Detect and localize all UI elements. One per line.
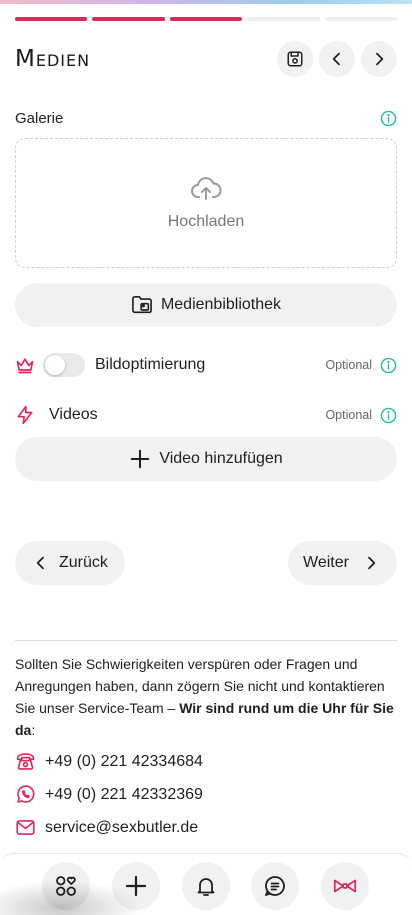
bottom-nav-profile[interactable] [321,862,369,910]
previous-button[interactable] [319,41,355,77]
info-icon[interactable] [380,110,397,127]
chat-icon [265,876,285,896]
cloud-upload-icon [191,177,222,200]
progress-step-done [15,17,88,21]
lightning-icon [17,405,33,425]
plus-icon [131,449,150,469]
divider [15,640,397,641]
videos-label: Videos [49,406,98,423]
info-icon[interactable] [380,407,397,424]
decorative-shadow [0,878,150,915]
page-header: Medien [15,40,397,78]
top-gradient-strip [0,0,412,4]
whatsapp-contact[interactable]: +49 (0) 221 42332369 [15,784,203,805]
chevron-right-icon [368,556,376,570]
media-library-label: Medienbibliothek [160,296,282,313]
email-address: service@sexbutler.de [45,818,199,836]
videos-row: Videos Optional [15,403,397,427]
bell-icon [197,878,215,896]
info-icon[interactable] [380,357,397,374]
image-optimization-label: Bildoptimierung [95,356,206,373]
gallery-label: Galerie [15,109,64,127]
optional-label: Optional [325,408,372,422]
whatsapp-number: +49 (0) 221 42332369 [45,785,203,803]
toggle-knob [45,355,65,375]
media-library-button[interactable]: Medienbibliothek [15,283,397,327]
page-title: Medien [15,46,91,72]
gallery-row: Galerie [15,108,397,128]
progress-step-todo [247,17,320,21]
mail-icon [16,820,35,835]
bow-icon [333,879,357,893]
progress-step-todo [324,17,397,21]
progress-bar [0,0,412,22]
save-button[interactable] [277,41,313,77]
add-video-label: Video hinzufügen [159,450,283,467]
image-optimization-toggle[interactable] [43,353,85,377]
next-step-button[interactable] [361,41,397,77]
optional-label: Optional [325,358,372,372]
info-suffix: : [31,722,36,738]
next-button[interactable]: Weiter [288,541,397,585]
chevron-right-icon [376,52,384,66]
bottom-nav-notifications[interactable] [182,862,230,910]
service-info-text: Sollten Sie Schwierigkeiten verspüren od… [15,653,397,741]
upload-label: Hochladen [167,213,245,230]
progress-step-done [92,17,165,21]
save-icon [287,51,303,67]
progress-step-done [169,17,243,21]
phone-contact[interactable]: +49 (0) 221 42334684 [15,751,203,772]
image-optimization-row: Bildoptimierung Optional [15,352,397,378]
back-label: Zurück [59,554,108,571]
crown-icon [16,358,34,374]
next-label: Weiter [303,554,349,571]
add-video-button[interactable]: Video hinzufügen [15,437,397,481]
chevron-left-icon [332,52,340,66]
folder-image-icon [132,296,152,314]
back-button[interactable]: Zurück [15,541,125,585]
phone-number: +49 (0) 221 42334684 [45,752,203,770]
chevron-left-icon [36,556,44,570]
upload-dropzone[interactable]: Hochladen [15,138,397,268]
email-contact[interactable]: service@sexbutler.de [15,817,198,838]
bottom-nav-messages[interactable] [251,862,299,910]
whatsapp-icon [17,785,35,803]
telephone-icon [16,753,35,770]
